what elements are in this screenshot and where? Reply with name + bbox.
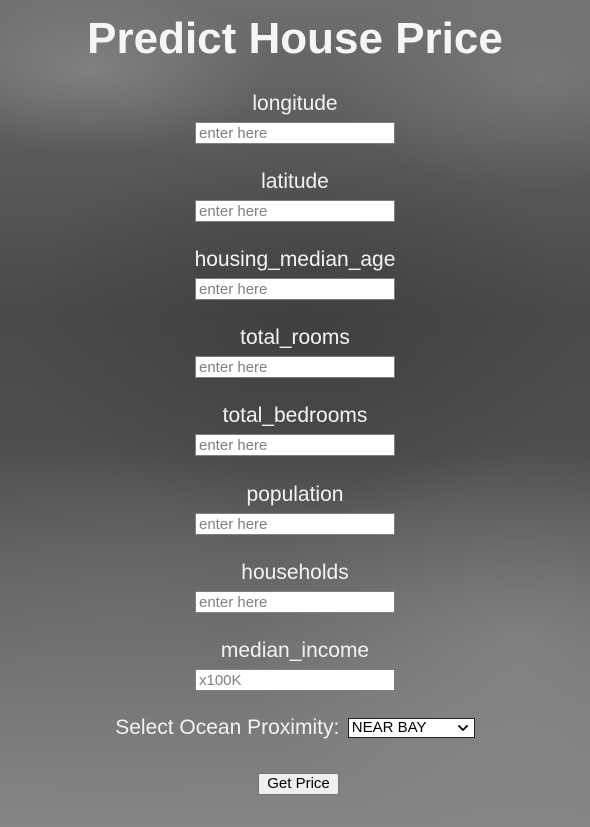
latitude-input[interactable] (195, 200, 395, 222)
households-label: households (241, 561, 349, 584)
median-income-label: median_income (220, 639, 370, 662)
total-bedrooms-label: total_bedrooms (222, 404, 368, 427)
households-field-group: households (0, 561, 590, 613)
ocean-proximity-select[interactable]: NEAR BAY (347, 718, 475, 738)
total-bedrooms-field-group: total_bedrooms (0, 404, 590, 456)
ocean-proximity-label: Select Ocean Proximity: (115, 716, 340, 739)
ocean-proximity-selected-value: NEAR BAY (351, 719, 427, 736)
page-title: Predict House Price (87, 14, 503, 63)
longitude-label: longitude (252, 92, 338, 115)
total-rooms-field-group: total_rooms (0, 326, 590, 378)
latitude-label: latitude (261, 170, 329, 193)
longitude-input[interactable] (195, 122, 395, 144)
median-income-field-group: median_income (0, 639, 590, 691)
population-input[interactable] (195, 513, 395, 535)
longitude-field-group: longitude (0, 92, 590, 144)
housing-median-age-input[interactable] (195, 278, 395, 300)
latitude-field-group: latitude (0, 170, 590, 222)
population-field-group: population (0, 483, 590, 535)
median-income-input[interactable] (195, 669, 395, 691)
total-rooms-input[interactable] (195, 356, 395, 378)
population-label: population (246, 483, 344, 506)
total-bedrooms-input[interactable] (195, 434, 395, 456)
housing-median-age-label: housing_median_age (194, 248, 396, 271)
housing-median-age-field-group: housing_median_age (0, 248, 590, 300)
chevron-down-icon (457, 725, 468, 731)
get-price-button[interactable]: Get Price (258, 773, 339, 795)
total-rooms-label: total_rooms (240, 326, 350, 349)
households-input[interactable] (195, 591, 395, 613)
ocean-proximity-group: Select Ocean Proximity: NEAR BAY (0, 716, 590, 740)
